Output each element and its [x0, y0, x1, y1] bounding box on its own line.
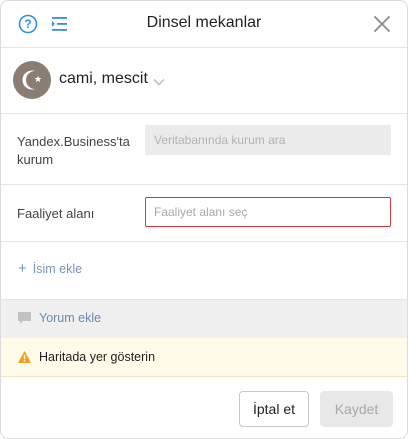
speech-bubble-icon: [17, 311, 32, 330]
business-row: Yandex.Business'ta kurum: [1, 114, 407, 185]
activity-row: Faaliyet alanı: [1, 185, 407, 242]
save-button[interactable]: Kaydet: [320, 391, 393, 427]
crescent-star-icon: [13, 61, 51, 99]
dialog-title: Dinsel mekanlar: [146, 14, 262, 31]
plus-icon: +: [18, 260, 27, 277]
business-label: Yandex.Business'ta kurum: [17, 134, 130, 167]
add-name-link[interactable]: + İsim ekle: [18, 260, 83, 277]
close-icon[interactable]: [371, 13, 393, 35]
business-search-input: [145, 125, 391, 155]
add-name-label: İsim ekle: [32, 262, 83, 276]
category-row: cami, mescit: [1, 48, 407, 114]
show-on-map-label: Haritada yer gösterin: [39, 350, 156, 364]
category-name[interactable]: cami, mescit: [59, 70, 148, 88]
add-comment-label: Yorum ekle: [39, 311, 102, 325]
dialog-header: ? Dinsel mekanlar: [1, 1, 407, 48]
cancel-button[interactable]: İptal et: [239, 391, 309, 427]
add-comment-bar[interactable]: Yorum ekle: [1, 299, 407, 339]
show-on-map-warning[interactable]: Haritada yer gösterin: [1, 338, 407, 377]
activity-input[interactable]: [145, 197, 391, 227]
activity-label: Faaliyet alanı: [17, 206, 95, 221]
warning-triangle-icon: [17, 350, 32, 369]
chevron-down-icon[interactable]: [153, 73, 165, 91]
edit-object-dialog: ? Dinsel mekanlar cami, mescit Yandex.Bu…: [0, 0, 408, 439]
